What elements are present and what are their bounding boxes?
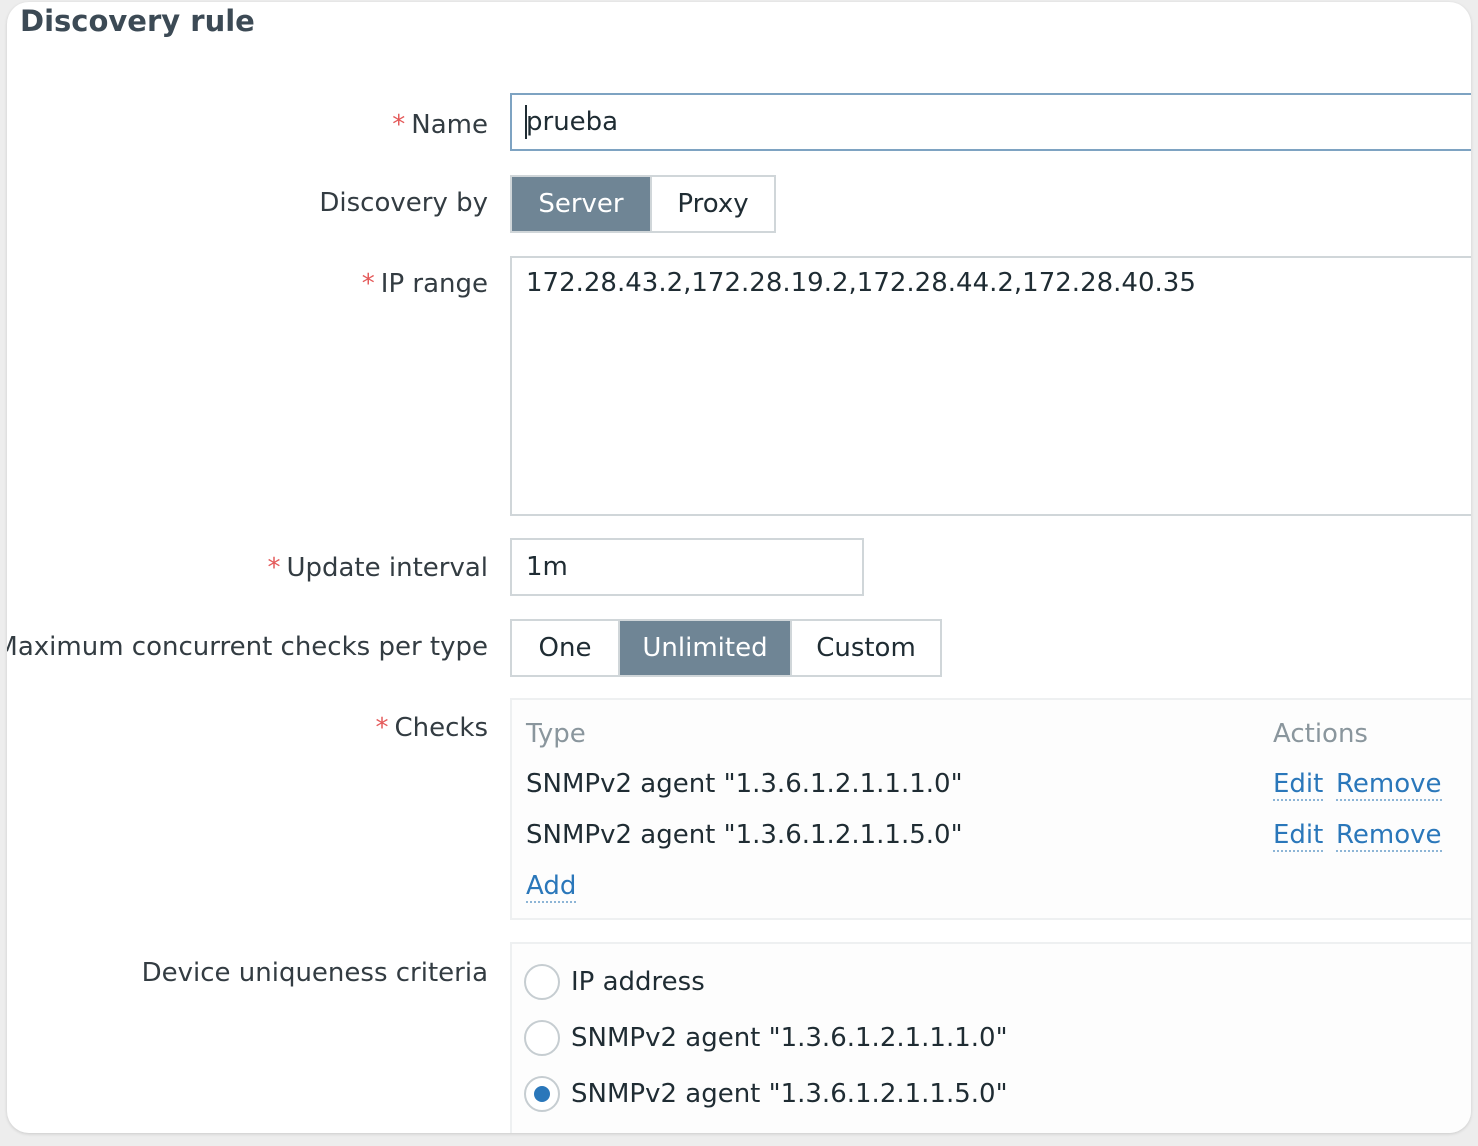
ip-range-label: * IP range bbox=[361, 269, 488, 299]
update-interval-value: 1m bbox=[526, 552, 568, 582]
check-row-type: SNMPv2 agent "1.3.6.1.2.1.1.1.0" bbox=[526, 769, 963, 799]
ip-range-value: 172.28.43.2,172.28.19.2,172.28.44.2,172.… bbox=[526, 268, 1196, 298]
check-remove-link[interactable]: Remove bbox=[1336, 769, 1442, 801]
add-check-link[interactable]: Add bbox=[526, 871, 577, 903]
ip-range-textarea[interactable]: 172.28.43.2,172.28.19.2,172.28.44.2,172.… bbox=[510, 256, 1471, 516]
max-checks-toggle: One Unlimited Custom bbox=[510, 619, 942, 677]
discovery-by-label: Discovery by bbox=[319, 188, 488, 218]
name-value: prueba bbox=[526, 107, 619, 137]
check-edit-link[interactable]: Edit bbox=[1273, 820, 1324, 852]
radio-label: IP address bbox=[571, 967, 705, 997]
max-checks-custom-button[interactable]: Custom bbox=[790, 621, 940, 675]
discovery-rule-form: Discovery rule * Name prueba Discovery by… bbox=[7, 2, 1471, 1133]
required-mark: * bbox=[375, 713, 389, 743]
checks-type-header: Type bbox=[526, 719, 586, 749]
checks-label: * Checks bbox=[375, 713, 488, 743]
name-label: * Name bbox=[392, 110, 488, 140]
discovery-server-button[interactable]: Server bbox=[512, 177, 650, 231]
uniqueness-label: Device uniqueness criteria bbox=[141, 958, 488, 988]
check-row-type: SNMPv2 agent "1.3.6.1.2.1.1.5.0" bbox=[526, 820, 963, 850]
uniqueness-option-ip[interactable]: IP address bbox=[524, 964, 705, 1000]
max-checks-unlimited-button[interactable]: Unlimited bbox=[618, 621, 790, 675]
max-checks-one-button[interactable]: One bbox=[512, 621, 618, 675]
max-checks-label: Maximum concurrent checks per type bbox=[7, 632, 488, 662]
radio-label: SNMPv2 agent "1.3.6.1.2.1.1.5.0" bbox=[571, 1079, 1008, 1109]
page-title: Discovery rule bbox=[20, 4, 255, 38]
discovery-by-toggle: Server Proxy bbox=[510, 175, 776, 233]
name-input[interactable]: prueba bbox=[510, 93, 1471, 151]
radio-button[interactable] bbox=[524, 1020, 560, 1056]
checks-actions-header: Actions bbox=[1273, 719, 1368, 749]
uniqueness-option-snmp-1[interactable]: SNMPv2 agent "1.3.6.1.2.1.1.1.0" bbox=[524, 1020, 1008, 1056]
required-mark: * bbox=[267, 553, 281, 583]
update-interval-label: * Update interval bbox=[267, 553, 488, 583]
required-mark: * bbox=[392, 110, 406, 140]
discovery-proxy-button[interactable]: Proxy bbox=[650, 177, 774, 231]
required-mark: * bbox=[361, 269, 375, 299]
radio-button-selected[interactable] bbox=[524, 1076, 560, 1112]
radio-button[interactable] bbox=[524, 964, 560, 1000]
uniqueness-option-snmp-5[interactable]: SNMPv2 agent "1.3.6.1.2.1.1.5.0" bbox=[524, 1076, 1008, 1112]
update-interval-input[interactable]: 1m bbox=[510, 538, 864, 596]
radio-label: SNMPv2 agent "1.3.6.1.2.1.1.1.0" bbox=[571, 1023, 1008, 1053]
check-edit-link[interactable]: Edit bbox=[1273, 769, 1324, 801]
text-caret bbox=[525, 105, 527, 139]
check-remove-link[interactable]: Remove bbox=[1336, 820, 1442, 852]
